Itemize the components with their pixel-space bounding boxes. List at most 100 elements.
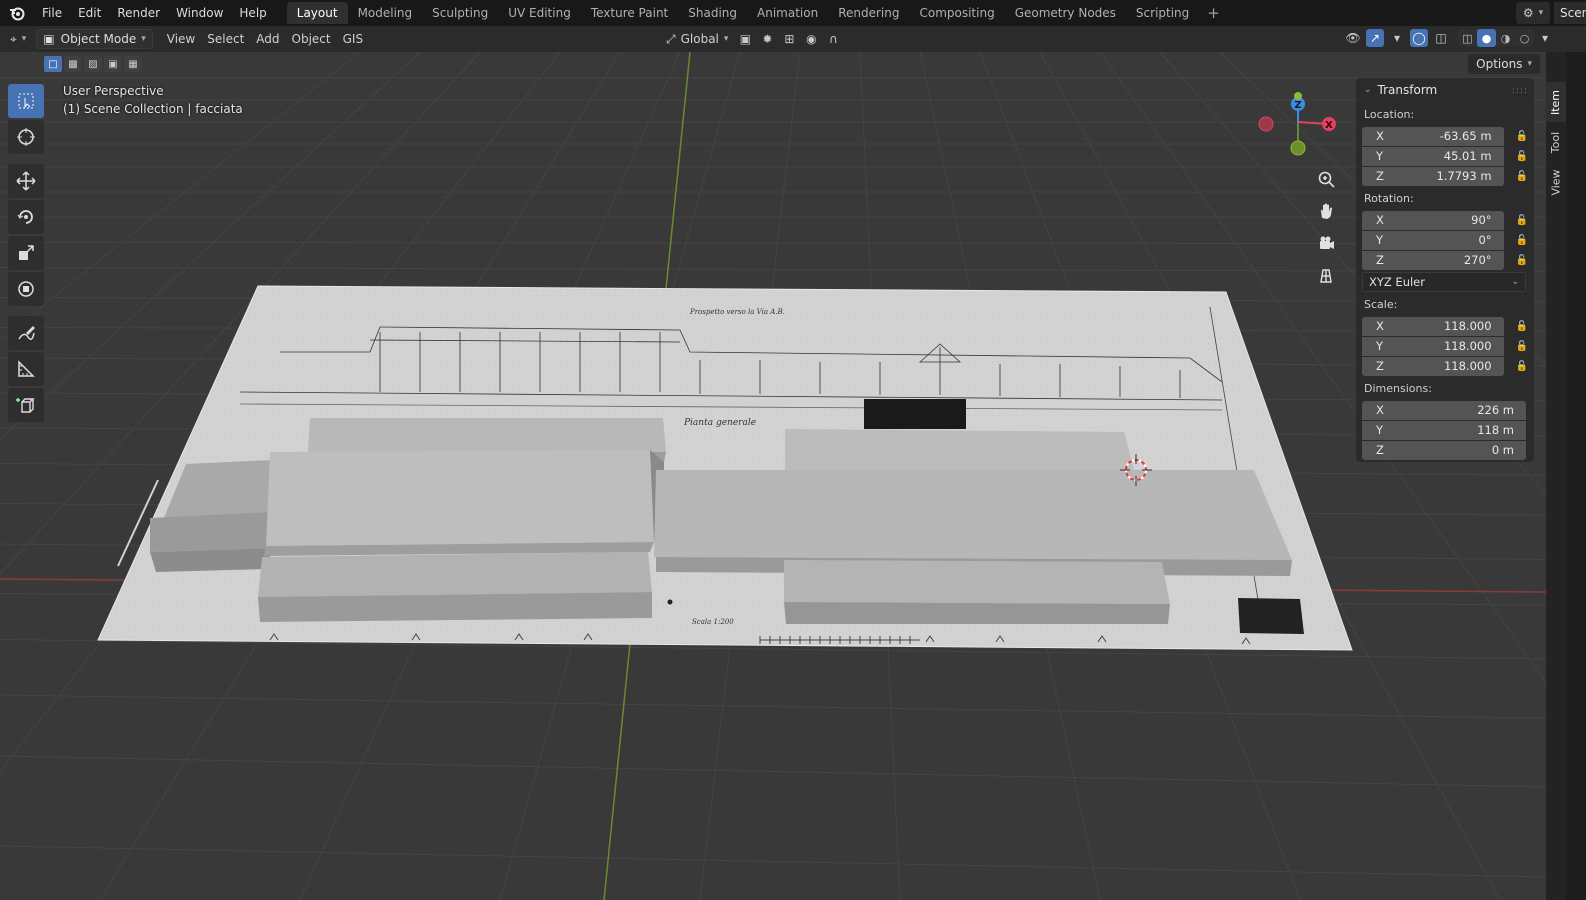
menu-window[interactable]: Window [168,2,231,24]
snap-toggle-icon[interactable]: ✹ [758,30,776,48]
menu-gis[interactable]: GIS [337,29,369,49]
pan-hand-icon[interactable] [1313,198,1339,224]
tab-texture-paint[interactable]: Texture Paint [581,2,678,24]
tab-shading[interactable]: Shading [678,2,747,24]
select-box-tool[interactable] [8,84,44,118]
selection-mode-group: □ ▩ ▨ ▣ ▦ [44,56,142,72]
transform-tool[interactable] [8,272,44,306]
rotation-z-field[interactable]: Z 270° [1362,250,1504,270]
tab-rendering[interactable]: Rendering [828,2,909,24]
xray-toggle-icon[interactable]: ◫ [1432,29,1450,47]
transform-panel-header[interactable]: ⌄ Transform [1362,78,1528,102]
3d-viewport[interactable]: Prospetto verso la Via A.B. Pianta gener… [0,52,1546,900]
menu-select[interactable]: Select [201,29,250,49]
select-new-icon[interactable]: □ [44,56,62,72]
select-subtract-icon[interactable]: ▨ [84,56,102,72]
rotation-mode-dropdown[interactable]: XYZ Euler ⌄ [1362,272,1526,292]
solid-shading-icon[interactable]: ● [1477,29,1496,47]
location-x-field[interactable]: X -63.65 m [1362,126,1504,146]
transform-orientation-dropdown[interactable]: ⤢ Global ▾ [660,29,734,49]
rendered-shading-icon[interactable]: ○ [1515,29,1534,47]
lock-icon[interactable]: 🔓 [1516,215,1528,226]
collection-info-label: (1) Scene Collection | facciata [63,102,243,116]
location-z-field[interactable]: Z 1.7793 m [1362,166,1504,186]
camera-icon[interactable] [1313,230,1339,256]
proportional-edit-icon[interactable]: ◉ [802,30,820,48]
scale-tool[interactable] [8,236,44,270]
tab-compositing[interactable]: Compositing [909,2,1004,24]
scale-y-field[interactable]: Y 118.000 [1362,336,1504,356]
drawing-scale-note: Scala 1:200 [692,618,734,626]
panel-grip-icon[interactable]: :::: [1512,86,1528,96]
gizmo-toggle-icon[interactable]: ↗ [1366,29,1384,47]
tab-layout[interactable]: Layout [286,2,348,24]
snap-target-icon[interactable]: ⊞ [780,30,798,48]
material-shading-icon[interactable]: ◑ [1496,29,1515,47]
overlays-toggle-icon[interactable]: ◯ [1410,29,1428,47]
lock-icon[interactable]: 🔓 [1516,361,1528,372]
blender-logo-icon[interactable] [6,2,28,24]
tab-tool[interactable]: Tool [1546,124,1566,160]
navigation-gizmo[interactable]: Z X [1252,88,1342,178]
tab-sculpting[interactable]: Sculpting [422,2,498,24]
add-workspace-button[interactable]: + [1199,4,1228,22]
move-tool[interactable] [8,164,44,198]
wireframe-shading-icon[interactable]: ◫ [1458,29,1477,47]
tab-animation[interactable]: Animation [747,2,828,24]
menu-view[interactable]: View [161,29,201,49]
menu-help[interactable]: Help [231,2,274,24]
editor-type-button[interactable]: ⌖ ▾ [4,29,32,49]
object-mode-dropdown[interactable]: ▣ Object Mode ▾ [36,29,153,49]
scale-z-field[interactable]: Z 118.000 [1362,356,1504,376]
lock-icon[interactable]: 🔓 [1516,235,1528,246]
lock-icon[interactable]: 🔓 [1516,321,1528,332]
annotate-tool[interactable] [8,316,44,350]
dimensions-x-field[interactable]: X 226 m [1362,400,1526,420]
tab-modeling[interactable]: Modeling [348,2,423,24]
options-dropdown[interactable]: Options ▾ [1468,54,1540,74]
tab-view[interactable]: View [1546,162,1566,202]
add-cube-tool[interactable] [8,388,44,422]
lock-icon[interactable]: 🔓 [1516,171,1528,182]
tab-geometry-nodes[interactable]: Geometry Nodes [1005,2,1126,24]
lock-icon[interactable]: 🔓 [1516,341,1528,352]
transform-tools: ⤢ Global ▾ ▣ ✹ ⊞ ◉ ∩ [660,29,844,49]
tab-item[interactable]: Item [1546,82,1566,122]
scene-icon[interactable]: ⚙ ▾ [1516,2,1550,24]
scale-label: Scale: [1364,298,1398,311]
falloff-icon[interactable]: ∩ [824,30,842,48]
menu-edit[interactable]: Edit [70,2,109,24]
z-axis-label: Z [1294,100,1301,111]
orientation-icon: ⤢ [666,31,676,46]
zoom-icon[interactable] [1313,166,1339,192]
overlay-dropdown-icon[interactable]: ▾ [1388,29,1406,47]
menu-render[interactable]: Render [109,2,168,24]
tab-uv-editing[interactable]: UV Editing [498,2,581,24]
rotation-y-field[interactable]: Y 0° [1362,230,1504,250]
dimensions-z-field[interactable]: Z0 m [1362,440,1526,460]
select-invert-icon[interactable]: ▣ [104,56,122,72]
menu-object[interactable]: Object [286,29,337,49]
dimensions-y-field[interactable]: Y 118 m [1362,420,1526,440]
select-extend-icon[interactable]: ▩ [64,56,82,72]
scene-name-field[interactable]: Scen [1554,2,1586,24]
lock-icon[interactable]: 🔓 [1516,151,1528,162]
tab-scripting[interactable]: Scripting [1126,2,1199,24]
cursor-tool[interactable] [8,120,44,154]
lock-icon[interactable]: 🔓 [1516,131,1528,142]
scene-selector: ⚙ ▾ Scen [1516,0,1586,26]
rotation-x-field[interactable]: X 90° [1362,210,1504,230]
visibility-icon[interactable]: 👁 [1344,29,1362,47]
measure-tool[interactable] [8,352,44,386]
shading-options-icon[interactable]: ▾ [1536,29,1554,47]
pivot-point-icon[interactable]: ▣ [736,30,754,48]
lock-icon[interactable]: 🔓 [1516,255,1528,266]
transform-icon [18,281,34,297]
scale-x-field[interactable]: X 118.000 [1362,316,1504,336]
location-y-field[interactable]: Y 45.01 m [1362,146,1504,166]
select-intersect-icon[interactable]: ▦ [124,56,142,72]
rotate-tool[interactable] [8,200,44,234]
menu-add[interactable]: Add [250,29,285,49]
ortho-grid-icon[interactable] [1313,262,1339,288]
menu-file[interactable]: File [34,2,70,24]
